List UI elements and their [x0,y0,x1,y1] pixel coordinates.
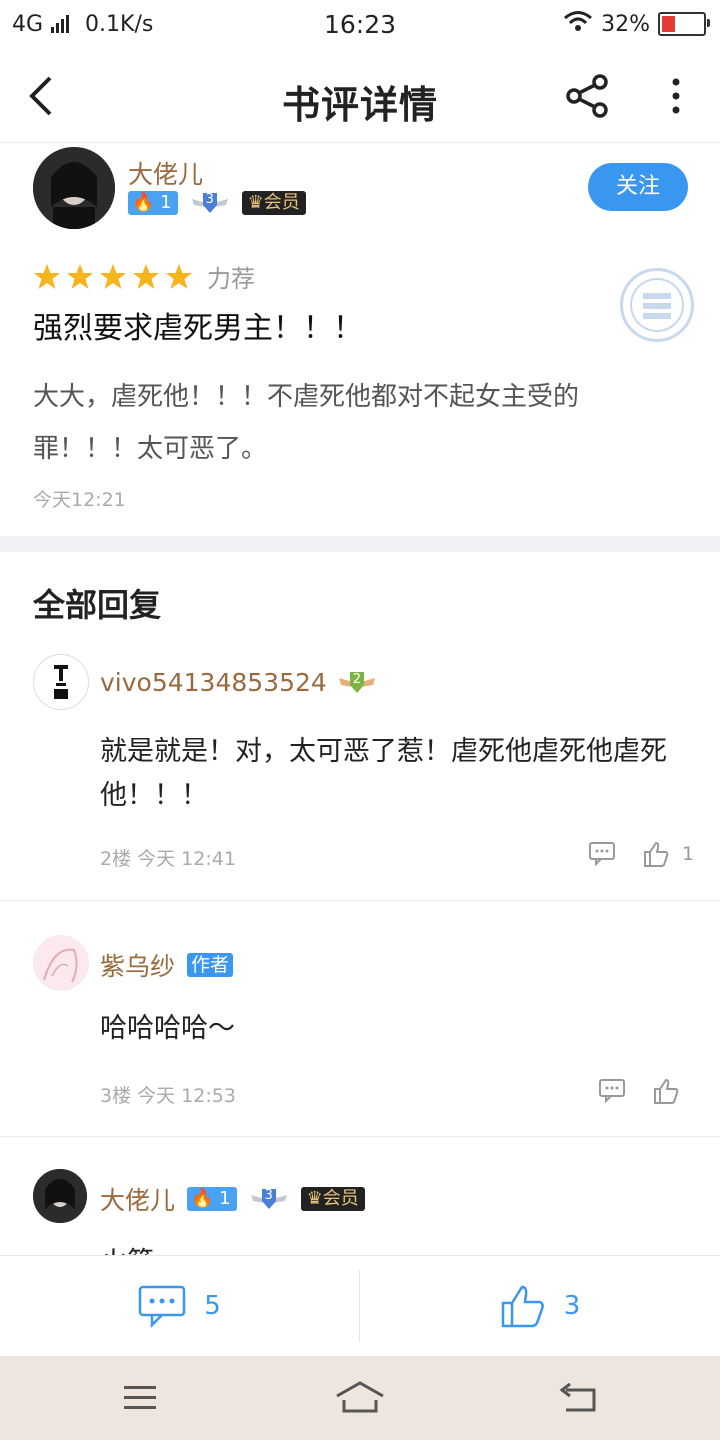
comment-icon [138,1285,186,1328]
rating-stars [33,263,193,291]
comment-action[interactable]: 5 [0,1256,359,1356]
author-tag: 作者 [187,953,234,977]
thumbs-up-icon [644,841,669,867]
reply-meta: 3楼 今天 12:53 [100,1085,236,1107]
rank-level: 3 [264,1188,273,1203]
rank-badge: 2 [337,670,377,696]
wifi-icon [563,10,593,38]
rank-badge: 3 [249,1187,289,1211]
vip-badge: ♛会员 [300,1187,365,1211]
replies-heading: 全部回复 [33,586,162,624]
home-button[interactable] [334,1380,386,1418]
reply-text: 火箭 [100,1241,154,1255]
battery-icon [658,12,710,36]
thumbs-up-icon [501,1285,544,1328]
reply-item: 大佬儿 🔥 1 3 ♛会员 火箭 [0,1137,720,1255]
vip-label: 会员 [322,1188,359,1209]
reply-comment-button[interactable] [588,840,616,870]
reply-header: 大佬儿 🔥 1 3 ♛会员 [100,1181,365,1217]
star-icon [166,263,192,289]
like-count: 1 [682,843,695,865]
star-icon [133,263,159,289]
follow-button[interactable]: 关注 [588,163,688,211]
like-action[interactable]: 3 [360,1256,720,1356]
star-icon [100,263,126,289]
review-username[interactable]: 大佬儿 [128,155,203,191]
fire-level-badge: 🔥 1 [187,1187,237,1211]
user-avatar-image [33,1169,87,1223]
calligraphy-avatar-icon [54,665,68,699]
reply-comment-button[interactable] [598,1077,626,1107]
status-bar: 4G 0.1K/s 16:23 32% [0,0,720,50]
reply-item: vivo54134853524 2 就是就是！对，太可恶了惹！虐死他虐死他虐死他… [0,640,720,901]
sketch-avatar-icon [43,948,78,983]
battery-percent: 32% [601,11,650,37]
avatar[interactable] [33,147,115,229]
reply-avatar[interactable] [33,1169,87,1223]
fire-icon: 🔥 [132,192,155,213]
like-count: 3 [563,1291,581,1321]
reply-avatar[interactable] [33,654,89,710]
reply-username[interactable]: 大佬儿 [100,1181,175,1217]
fire-level-badge: 🔥 1 [128,191,178,215]
star-icon [67,263,93,289]
user-badges: 🔥 1 3 ♛会员 [128,191,306,215]
return-icon [559,1382,596,1412]
comment-count: 5 [204,1291,221,1321]
share-icon [566,74,608,118]
comment-icon [599,1079,625,1104]
battery-fill [662,16,675,32]
reply-like-button[interactable] [652,1077,680,1109]
vip-badge: ♛会员 [241,191,306,215]
reply-text: 就是就是！对，太可恶了惹！虐死他虐死他虐死他！！！ [100,736,667,811]
rating-label: 力荐 [207,265,255,293]
review-time: 今天12:21 [33,489,126,511]
status-right: 32% [563,10,710,38]
page-title: 书评详情 [281,83,438,127]
top-header: 书评详情 [0,50,720,143]
fire-icon: 🔥 [191,1188,214,1209]
rank-level: 2 [352,671,362,687]
fire-level: 1 [160,192,172,213]
reply-header: 紫乌纱 作者 [100,947,234,983]
comment-icon [589,842,615,867]
menu-icon [124,1386,156,1409]
crown-icon: ♛ [306,1188,323,1209]
rating-row: 力荐 [33,259,255,294]
stamp-mark [630,278,684,332]
home-icon [336,1381,384,1413]
section-divider [0,536,720,552]
author-stamp-icon [620,268,694,342]
review-card: 大佬儿 🔥 1 3 ♛会员 关注 力荐 强烈要求虐死男主！！！ 大大，虐死他！！… [0,143,720,536]
reply-text: 哈哈哈哈～ [100,1013,235,1044]
fire-level: 1 [219,1188,231,1209]
more-button[interactable] [668,76,684,120]
crown-icon: ♛ [247,192,264,213]
back-nav-button[interactable] [558,1382,598,1418]
thumbs-up-icon [654,1078,679,1104]
review-title: 强烈要求虐死男主！！！ [33,311,363,346]
system-nav-bar [0,1356,720,1440]
reply-header: vivo54134853524 2 [100,668,377,697]
bottom-action-bar: 5 3 [0,1255,720,1356]
share-button[interactable] [566,74,610,122]
reply-like-button[interactable]: 1 [642,840,694,868]
reply-meta: 2楼 今天 12:41 [100,848,236,870]
vip-label: 会员 [263,192,300,213]
rank-badge: 3 [190,191,230,215]
user-avatar-image [33,147,115,229]
more-vertical-icon [672,78,680,114]
reply-avatar[interactable] [33,935,89,991]
star-icon [34,263,60,289]
reply-username[interactable]: vivo54134853524 [100,668,327,697]
rank-level: 3 [205,192,214,207]
reply-username[interactable]: 紫乌纱 [100,947,175,983]
review-body: 大大，虐死他！！！不虐死他都对不起女主受的罪！！！太可恶了。 [33,382,580,464]
menu-button[interactable] [122,1384,158,1416]
reply-item: 紫乌纱 作者 哈哈哈哈～ 3楼 今天 12:53 [0,901,720,1137]
